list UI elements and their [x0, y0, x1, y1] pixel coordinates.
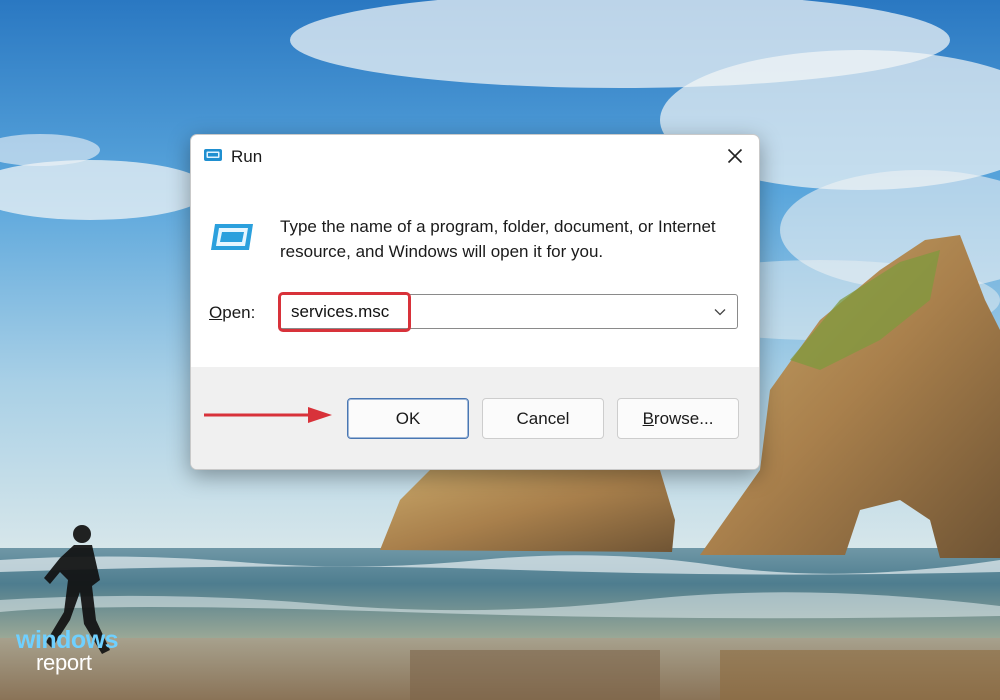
watermark-logo: windows report: [14, 626, 154, 678]
dropdown-button[interactable]: [703, 295, 737, 328]
close-button[interactable]: [711, 135, 759, 177]
dialog-description: Type the name of a program, folder, docu…: [280, 217, 716, 261]
title-bar[interactable]: Run: [191, 135, 759, 177]
ok-button[interactable]: OK: [347, 398, 469, 439]
dialog-content: Type the name of a program, folder, docu…: [191, 177, 759, 367]
open-label-rest: pen:: [222, 303, 256, 322]
close-icon: [727, 148, 743, 164]
dialog-title: Run: [231, 147, 263, 166]
watermark-line2: report: [36, 650, 92, 675]
run-app-icon: [203, 147, 223, 163]
run-app-icon: [209, 221, 255, 253]
cancel-button[interactable]: Cancel: [482, 398, 604, 439]
chevron-down-icon: [714, 303, 726, 321]
browse-button[interactable]: Browse...: [617, 398, 739, 439]
highlight-box: [278, 292, 411, 332]
browse-label-rest: rowse...: [653, 408, 714, 428]
pointer-arrow: [204, 404, 334, 426]
open-label-accel: O: [209, 303, 223, 322]
browse-accel: B: [642, 408, 654, 428]
open-label: Open:: [209, 303, 255, 323]
